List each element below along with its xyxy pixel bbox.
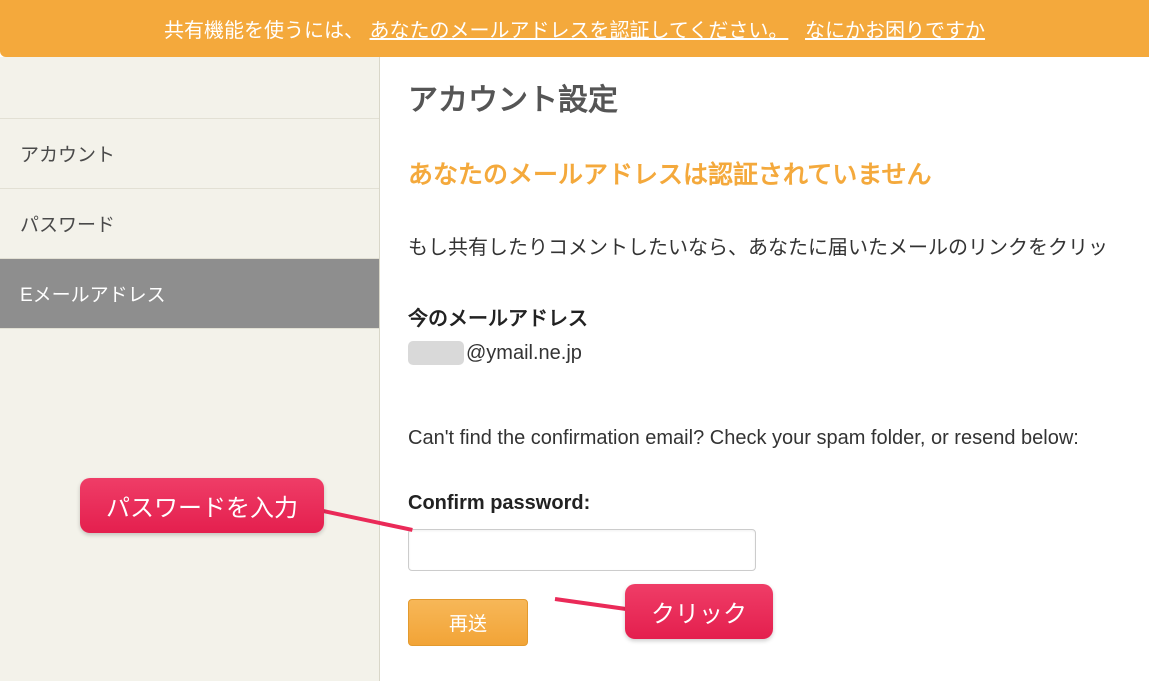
notice-banner: 共有機能を使うには、 あなたのメールアドレスを認証してください。 なにかお困りで… xyxy=(0,0,1149,57)
resend-button[interactable]: 再送 xyxy=(408,599,528,646)
settings-sidebar: アカウント パスワード Eメールアドレス xyxy=(0,57,380,681)
callout-click: クリック xyxy=(625,584,773,639)
verify-instructions: もし共有したりコメントしたいなら、あなたに届いたメールのリンクをクリッ xyxy=(408,231,1149,260)
sidebar-item-label: パスワード xyxy=(20,215,115,236)
sidebar-item-account[interactable]: アカウント xyxy=(0,119,379,189)
banner-verify-link[interactable]: あなたのメールアドレスを認証してください。 xyxy=(370,20,789,42)
confirm-password-input[interactable] xyxy=(408,529,756,571)
page-title: アカウント設定 xyxy=(408,75,1149,119)
current-email-value: @ymail.ne.jp xyxy=(408,341,1149,365)
sidebar-spacer xyxy=(0,57,379,119)
banner-help-link[interactable]: なにかお困りですか xyxy=(805,20,985,42)
spam-folder-hint: Can't find the confirmation email? Check… xyxy=(408,427,1149,450)
confirm-password-label: Confirm password: xyxy=(408,492,1149,515)
sidebar-item-label: アカウント xyxy=(20,145,115,166)
banner-prefix: 共有機能を使うには、 xyxy=(164,20,364,42)
current-email-label: 今のメールアドレス xyxy=(408,302,1149,331)
sidebar-item-email[interactable]: Eメールアドレス xyxy=(0,259,379,329)
sidebar-item-label: Eメールアドレス xyxy=(20,285,166,306)
callout-password: パスワードを入力 xyxy=(80,478,324,533)
resend-button-label: 再送 xyxy=(449,614,487,635)
sidebar-item-password[interactable]: パスワード xyxy=(0,189,379,259)
email-domain: @ymail.ne.jp xyxy=(466,342,582,365)
unverified-warning: あなたのメールアドレスは認証されていません xyxy=(408,155,1149,191)
email-local-masked xyxy=(408,341,464,365)
